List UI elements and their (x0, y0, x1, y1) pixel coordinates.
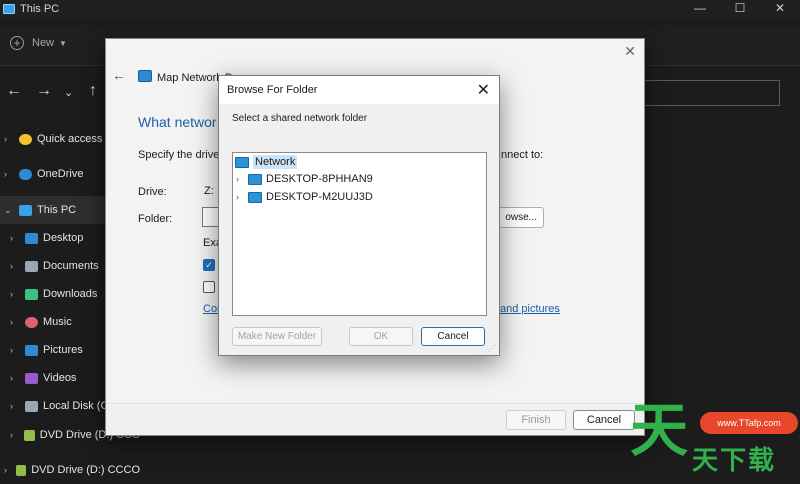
back-arrow-icon[interactable]: ← (6, 82, 22, 100)
explorer-titlebar: This PC — ☐ ✕ (0, 0, 800, 18)
back-arrow-icon[interactable]: ← (112, 67, 126, 83)
expand-chevron-icon[interactable]: › (236, 174, 248, 184)
window-title: This PC (20, 3, 60, 15)
watermark-logo: 天 www.TTafp.com 天下载 (630, 398, 800, 480)
video-icon (25, 372, 38, 384)
chevron-down-icon: ▼ (59, 38, 67, 48)
tree-item-label: Desktop (43, 232, 84, 244)
tree-node-label: DESKTOP-M2UUJ3D (266, 191, 373, 203)
this-pc-icon (3, 4, 15, 14)
reconnect-checkbox[interactable]: ✓ (203, 259, 215, 271)
expand-chevron-icon[interactable]: › (236, 192, 248, 202)
tree-node-label: Network (253, 155, 298, 169)
music-icon (25, 316, 38, 328)
resize-grip-icon[interactable]: ⋰ (488, 344, 496, 353)
close-icon[interactable]: ✕ (624, 43, 636, 60)
browse-titlebar: Browse For Folder ✕ (219, 76, 499, 104)
credentials-checkbox[interactable] (203, 281, 215, 293)
monitor-icon (19, 204, 32, 216)
expand-chevron-icon[interactable]: › (4, 169, 14, 179)
expand-chevron-icon[interactable]: › (10, 373, 20, 383)
download-icon (25, 288, 38, 300)
tree-node-computer[interactable]: › DESKTOP-8PHHAN9 (236, 173, 373, 185)
expand-chevron-icon[interactable]: › (10, 345, 20, 355)
plus-icon: + (10, 36, 24, 50)
disk-icon (25, 400, 38, 412)
dialog-footer: Finish Cancel (106, 403, 644, 435)
computer-icon (248, 191, 262, 203)
expand-chevron-icon[interactable]: › (10, 401, 20, 411)
desktop-icon (25, 232, 38, 244)
tree-item-label: Pictures (43, 344, 83, 356)
tree-item-label: DVD Drive (D:) CCCO (31, 464, 140, 476)
specify-text: Specify the drive (138, 149, 220, 161)
tree-item-label: Downloads (43, 288, 98, 300)
close-window-button[interactable]: ✕ (760, 0, 800, 18)
folder-tree[interactable]: Network › DESKTOP-8PHHAN9 › DESKTOP-M2UU… (232, 152, 487, 316)
expand-chevron-icon[interactable]: › (4, 465, 11, 475)
watermark-url: www.TTafp.com (700, 412, 798, 434)
watermark-text: 天下载 (692, 446, 777, 476)
ok-button[interactable]: OK (349, 327, 413, 346)
recent-chevron-icon[interactable]: ⌄ (64, 86, 73, 99)
dvd-icon (23, 429, 35, 441)
cloud-icon (19, 168, 32, 180)
computer-icon (248, 173, 262, 185)
up-arrow-icon[interactable]: ↑ (89, 82, 97, 100)
tree-item-label: Local Disk (C (43, 400, 109, 412)
browse-for-folder-dialog: Browse For Folder ✕ Select a shared netw… (218, 75, 500, 356)
tree-node-network[interactable]: Network (235, 155, 298, 169)
network-drive-icon (138, 70, 152, 82)
network-icon (235, 156, 249, 168)
connect-to-text: nnect to: (501, 149, 544, 161)
make-new-folder-button[interactable]: Make New Folder (232, 327, 322, 346)
finish-button[interactable]: Finish (506, 410, 566, 430)
expand-chevron-icon[interactable]: › (10, 317, 20, 327)
tree-item-label: Videos (43, 372, 77, 384)
collapse-chevron-icon[interactable]: ⌄ (4, 205, 14, 216)
document-icon (25, 260, 38, 272)
browse-title: Browse For Folder (227, 84, 318, 96)
folder-label: Folder: (138, 213, 173, 225)
tree-node-label: DESKTOP-8PHHAN9 (266, 173, 373, 185)
tree-item-label: OneDrive (37, 168, 84, 180)
window-controls: — ☐ ✕ (680, 0, 800, 18)
expand-chevron-icon[interactable]: › (10, 430, 19, 440)
tree-item-label: Quick access (37, 133, 103, 145)
forward-arrow-icon[interactable]: → (36, 82, 52, 100)
expand-chevron-icon[interactable]: › (10, 289, 20, 299)
watermark-glyph: 天 (630, 396, 689, 464)
tree-item-label: This PC (37, 204, 77, 216)
expand-chevron-icon[interactable]: › (10, 261, 20, 271)
drive-select[interactable]: Z: (204, 185, 214, 197)
documents-pictures-link[interactable]: and pictures (500, 303, 560, 315)
new-button[interactable]: + New ▼ (10, 36, 67, 50)
drive-label: Drive: (138, 186, 167, 198)
dvd-icon (16, 464, 27, 476)
maximize-button[interactable]: ☐ (720, 0, 760, 18)
tree-item-label: Documents (43, 260, 99, 272)
expand-chevron-icon[interactable]: › (10, 233, 20, 243)
cancel-button[interactable]: Cancel (573, 410, 635, 430)
star-icon (19, 133, 32, 145)
cancel-button[interactable]: Cancel (421, 327, 485, 346)
minimize-button[interactable]: — (680, 0, 720, 18)
link-period: . (557, 303, 561, 315)
pictures-icon (25, 344, 38, 356)
new-label: New (32, 37, 55, 49)
expand-chevron-icon[interactable]: › (4, 134, 14, 144)
dialog-heading: What networ (138, 114, 217, 130)
instruction-text: Select a shared network folder (232, 113, 368, 124)
address-bar[interactable] (640, 80, 780, 106)
close-icon[interactable]: ✕ (477, 80, 490, 100)
tree-node-computer[interactable]: › DESKTOP-M2UUJ3D (236, 191, 373, 203)
tree-item-label: Music (43, 316, 72, 328)
